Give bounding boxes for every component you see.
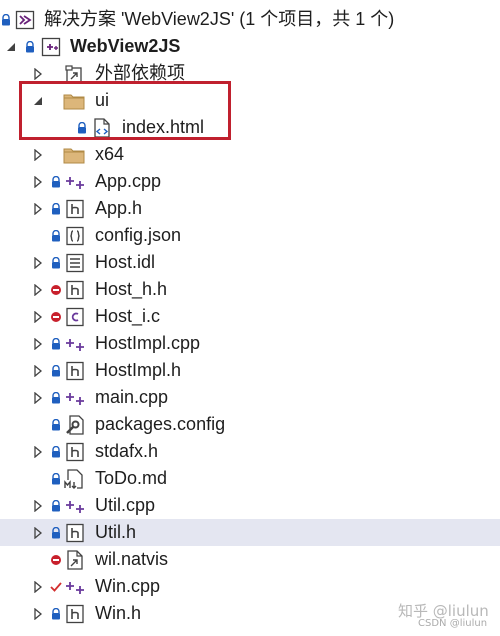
tree-item-label: Util.cpp (95, 495, 156, 515)
collapsed-arrow-icon[interactable] (31, 283, 45, 297)
lock-icon (50, 202, 62, 216)
lock-icon (50, 499, 62, 513)
tree-item[interactable]: wil.natvis (0, 546, 500, 573)
lock-icon (0, 13, 12, 27)
lock-icon (50, 607, 62, 621)
tree-item-selected[interactable]: Util.h (0, 519, 500, 546)
collapsed-arrow-icon[interactable] (31, 67, 45, 81)
cpp-project-icon (40, 36, 62, 58)
tree-item-label: App.cpp (95, 171, 162, 191)
cpp-file-icon (64, 333, 86, 355)
collapsed-arrow-icon[interactable] (31, 526, 45, 540)
header-file-icon (64, 522, 86, 544)
lock-icon (50, 337, 62, 351)
lock-icon (50, 526, 62, 540)
tree-item[interactable]: config.json (0, 222, 500, 249)
tree-item[interactable]: x64 (0, 141, 500, 168)
tree-item-label: Win.cpp (95, 576, 161, 596)
tree-item-label: main.cpp (95, 387, 169, 407)
tree-item-label: Host_h.h (95, 279, 168, 299)
header-file-icon (64, 198, 86, 220)
collapsed-arrow-icon[interactable] (31, 148, 45, 162)
tree-item[interactable]: Win.cpp (0, 573, 500, 600)
solution-label: 解决方案 'WebView2JS' (1 个项目，共 1 个) (44, 9, 395, 29)
solution-icon (14, 9, 36, 31)
checkmark-icon (50, 580, 62, 594)
lock-icon (50, 418, 62, 432)
cpp-file-icon (64, 495, 86, 517)
cpp-file-icon (64, 576, 86, 598)
tree-item-label: App.h (95, 198, 143, 218)
lock-icon (50, 391, 62, 405)
collapsed-arrow-icon[interactable] (31, 607, 45, 621)
lock-icon (50, 256, 62, 270)
tree-item[interactable]: HostImpl.cpp (0, 330, 500, 357)
collapsed-arrow-icon[interactable] (31, 175, 45, 189)
c-file-icon (64, 306, 86, 328)
project-label: WebView2JS (70, 36, 181, 56)
header-file-icon (64, 603, 86, 625)
collapsed-arrow-icon[interactable] (31, 391, 45, 405)
config-file-icon (64, 414, 86, 436)
excluded-icon (50, 310, 62, 324)
collapsed-arrow-icon[interactable] (31, 364, 45, 378)
tree-item-label: config.json (95, 225, 182, 245)
collapsed-arrow-icon[interactable] (31, 310, 45, 324)
lock-icon (50, 364, 62, 378)
excluded-icon (50, 553, 62, 567)
tree-item-label: Win.h (95, 603, 142, 623)
tree-item[interactable]: Host_h.h (0, 276, 500, 303)
tree-item[interactable]: HostImpl.h (0, 357, 500, 384)
excluded-icon (50, 283, 62, 297)
tree-item[interactable]: stdafx.h (0, 438, 500, 465)
header-file-icon (64, 441, 86, 463)
lock-icon (50, 445, 62, 459)
tree-item-label: Host_i.c (95, 306, 161, 326)
lock-icon (24, 40, 36, 54)
watermark-sub: CSDN @liulun (418, 618, 488, 629)
lock-icon (50, 229, 62, 243)
tree-item-label: x64 (95, 144, 125, 164)
folder-icon (63, 144, 85, 166)
collapsed-arrow-icon[interactable] (31, 580, 45, 594)
tree-item-label: HostImpl.cpp (95, 333, 201, 353)
natvis-file-icon (64, 549, 86, 571)
collapsed-arrow-icon[interactable] (31, 499, 45, 513)
cpp-file-icon (64, 387, 86, 409)
tree-item-label: Util.h (95, 522, 137, 542)
header-file-icon (64, 279, 86, 301)
header-file-icon (64, 360, 86, 382)
lock-icon (50, 472, 62, 486)
tree-item[interactable]: Host.idl (0, 249, 500, 276)
solution-row[interactable]: 解决方案 'WebView2JS' (1 个项目，共 1 个) (0, 6, 500, 33)
tree-item[interactable]: App.h (0, 195, 500, 222)
tree-item-label: stdafx.h (95, 441, 159, 461)
collapsed-arrow-icon[interactable] (31, 202, 45, 216)
tree-item[interactable]: App.cpp (0, 168, 500, 195)
project-row[interactable]: WebView2JS (0, 33, 500, 60)
tree-item-label: wil.natvis (95, 549, 169, 569)
highlight-box (19, 81, 231, 140)
tree-item-label: HostImpl.h (95, 360, 182, 380)
tree-item[interactable]: Util.cpp (0, 492, 500, 519)
tree-item-label: Host.idl (95, 252, 156, 272)
tree-item[interactable]: Host_i.c (0, 303, 500, 330)
tree-item-label: ToDo.md (95, 468, 168, 488)
expanded-arrow-icon[interactable] (4, 40, 18, 54)
cpp-file-icon (64, 171, 86, 193)
collapsed-arrow-icon[interactable] (31, 337, 45, 351)
lock-icon (50, 175, 62, 189)
json-file-icon (64, 225, 86, 247)
tree-item[interactable]: main.cpp (0, 384, 500, 411)
collapsed-arrow-icon[interactable] (31, 256, 45, 270)
tree-item[interactable]: packages.config (0, 411, 500, 438)
collapsed-arrow-icon[interactable] (31, 445, 45, 459)
markdown-file-icon (64, 468, 86, 490)
tree-item-label: packages.config (95, 414, 226, 434)
idl-file-icon (64, 252, 86, 274)
tree-item[interactable]: ToDo.md (0, 465, 500, 492)
